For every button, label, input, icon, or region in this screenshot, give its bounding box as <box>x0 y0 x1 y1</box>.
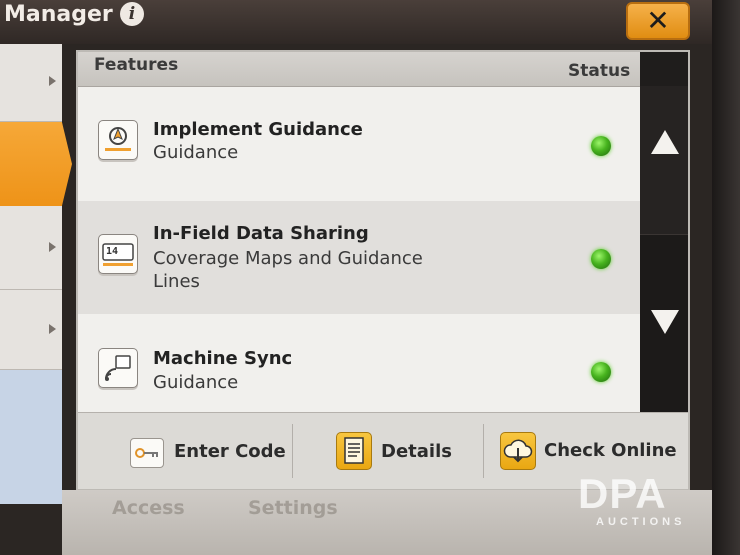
feature-name: In-Field Data Sharing <box>153 223 369 244</box>
chevron-right-icon <box>49 76 56 86</box>
machine-sync-icon <box>98 348 138 388</box>
check-online-label: Check Online <box>544 440 677 461</box>
arrow-down-icon <box>651 310 679 334</box>
cloud-download-icon <box>500 432 536 470</box>
close-button[interactable]: ✕ <box>626 2 690 40</box>
status-column-header: Status <box>568 61 631 81</box>
feature-subtitle: Guidance <box>153 142 239 163</box>
features-column-header: Features <box>94 55 179 75</box>
status-indicator <box>591 249 611 269</box>
arrow-up-icon <box>651 130 679 154</box>
left-nav-item-active[interactable] <box>0 122 72 206</box>
feature-name: Machine Sync <box>153 348 293 369</box>
feature-subtitle: Guidance <box>153 372 239 393</box>
data-sharing-icon: 14 <box>98 234 138 274</box>
screen-bezel <box>712 0 740 555</box>
page-title: Manager <box>4 2 113 27</box>
status-indicator <box>591 362 611 382</box>
watermark-brand: DPA <box>578 470 667 517</box>
watermark-logo: DPA AUCTIONS <box>578 470 708 530</box>
details-label: Details <box>381 441 452 462</box>
scroll-up-button[interactable] <box>640 86 688 234</box>
tab-settings[interactable]: Settings <box>248 497 338 519</box>
left-nav-item[interactable] <box>0 370 62 504</box>
left-nav-item[interactable] <box>0 44 62 122</box>
key-icon <box>130 438 164 468</box>
implement-guidance-icon <box>98 120 138 160</box>
document-icon <box>336 432 372 470</box>
chevron-right-icon <box>49 242 56 252</box>
status-indicator <box>591 136 611 156</box>
left-nav-item[interactable] <box>0 290 62 370</box>
enter-code-label: Enter Code <box>174 441 286 462</box>
info-icon[interactable]: i <box>120 2 144 26</box>
tab-access[interactable]: Access <box>112 497 185 519</box>
chevron-right-icon <box>49 324 56 334</box>
watermark-subtitle: AUCTIONS <box>596 516 686 528</box>
feature-subtitle: Coverage Maps and Guidance Lines <box>153 248 423 292</box>
data-sharing-icon-digits: 14 <box>106 246 119 257</box>
feature-name: Implement Guidance <box>153 119 363 140</box>
left-nav-item[interactable] <box>0 206 62 290</box>
